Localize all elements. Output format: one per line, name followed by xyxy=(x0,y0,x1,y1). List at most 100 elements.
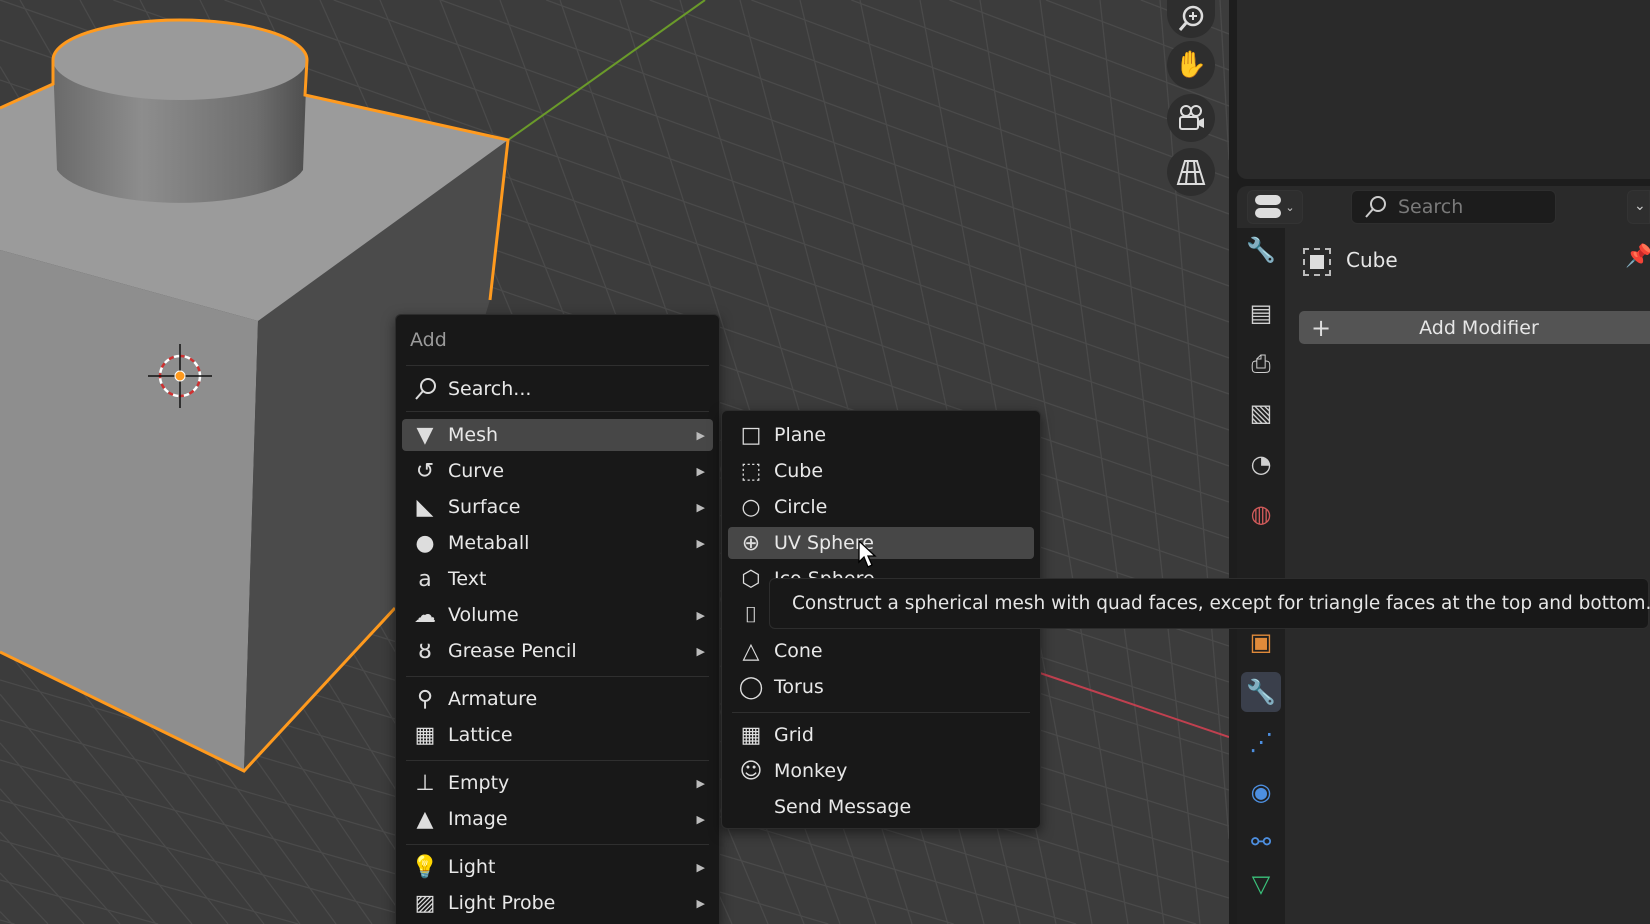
x-axis-line xyxy=(1039,672,1229,738)
camera-icon[interactable] xyxy=(1167,94,1215,142)
menu-item-label: Volume xyxy=(448,604,519,626)
menu-item-label: Mesh xyxy=(448,424,499,446)
grid-line xyxy=(0,839,299,924)
particles-icon[interactable]: ⋰ xyxy=(1241,722,1281,762)
menu-item-metaball[interactable]: ● Metaball ▶ xyxy=(402,527,713,559)
toggle-icon xyxy=(1255,195,1282,219)
menu-item-text[interactable]: a Text xyxy=(402,563,713,595)
volume-icon: ☁ xyxy=(414,602,436,628)
menu-item-plane[interactable]: □ Plane xyxy=(728,419,1034,451)
menu-item-label: Surface xyxy=(448,496,521,518)
menu-item-grid[interactable]: ▦ Grid xyxy=(728,719,1034,751)
search-label: Search... xyxy=(448,378,532,400)
circle-icon: ○ xyxy=(741,494,761,520)
menu-item-light[interactable]: 💡 Light ▶ xyxy=(402,851,713,883)
menu-item-label: Circle xyxy=(774,496,828,518)
cube-icon: ⬚ xyxy=(740,458,762,484)
menu-item-label: Text xyxy=(448,568,487,590)
output-icon[interactable]: ⎙ xyxy=(1241,344,1281,384)
monkey-icon: ☺ xyxy=(739,758,763,784)
menu-item-circle[interactable]: ○ Circle xyxy=(728,491,1034,523)
scene-icon[interactable]: ◔ xyxy=(1241,444,1281,484)
grease-pencil-icon: ȣ xyxy=(418,638,432,664)
add-modifier-button[interactable]: + Add Modifier xyxy=(1299,311,1650,344)
menu-item-cube[interactable]: ⬚ Cube xyxy=(728,455,1034,487)
grid-line xyxy=(1039,0,1165,924)
editor-type-dropdown[interactable]: ⌄ xyxy=(1247,190,1303,224)
submenu-arrow-icon: ▶ xyxy=(696,860,705,874)
torus-icon: ◯ xyxy=(738,674,764,700)
grid-line xyxy=(0,742,157,924)
menu-item-armature[interactable]: ⚲ Armature xyxy=(402,683,713,715)
grid-perspective-icon[interactable] xyxy=(1167,148,1215,196)
ico-sphere-icon: ⬡ xyxy=(741,566,761,592)
physics-icon[interactable]: ◉ xyxy=(1241,772,1281,812)
menu-item-torus[interactable]: ◯ Torus xyxy=(728,671,1034,703)
grid-line xyxy=(440,0,1229,287)
search-field[interactable]: Search xyxy=(1351,190,1556,224)
render-icon[interactable]: ▤ xyxy=(1241,293,1281,333)
tooltip: Construct a spherical mesh with quad fac… xyxy=(769,578,1650,629)
menu-item-empty[interactable]: ⊥ Empty ▶ xyxy=(402,767,713,799)
menu-item-grease-pencil[interactable]: ȣ Grease Pencil ▶ xyxy=(402,635,713,667)
uv-sphere-icon: ⊕ xyxy=(741,530,761,556)
lattice-icon: ▦ xyxy=(414,722,436,748)
mesh-icon: ▼ xyxy=(416,422,434,448)
search-icon xyxy=(1365,196,1386,218)
submenu-arrow-icon: ▶ xyxy=(696,536,705,550)
empty-icon: ⊥ xyxy=(415,770,435,796)
menu-item-send-message[interactable]: Send Message xyxy=(728,791,1034,823)
grid-line xyxy=(751,0,1229,179)
menu-item-mesh[interactable]: ▼ Mesh ▶ xyxy=(402,419,713,451)
search-icon xyxy=(412,376,438,402)
object-icon xyxy=(1303,248,1331,276)
submenu-arrow-icon: ▶ xyxy=(696,896,705,910)
constraints-icon[interactable]: ⚯ xyxy=(1241,822,1281,862)
menu-item-curve[interactable]: ↺ Curve ▶ xyxy=(402,455,713,487)
modifier-icon[interactable]: 🔧 xyxy=(1241,672,1281,712)
y-axis-line xyxy=(507,0,706,141)
plus-icon: + xyxy=(1311,313,1332,342)
grid-icon: ▦ xyxy=(740,722,762,748)
menu-item-volume[interactable]: ☁ Volume ▶ xyxy=(402,599,713,631)
search-placeholder: Search xyxy=(1398,196,1464,218)
hand-pan-icon[interactable]: ✋ xyxy=(1167,41,1215,89)
menu-separator xyxy=(406,844,709,845)
armature-icon: ⚲ xyxy=(416,686,434,712)
menu-item-lattice[interactable]: ▦ Lattice xyxy=(402,719,713,751)
data-icon[interactable]: ▽ xyxy=(1241,864,1281,904)
menu-item-monkey[interactable]: ☺ Monkey xyxy=(728,755,1034,787)
menu-item-surface[interactable]: ◣ Surface ▶ xyxy=(402,491,713,523)
menu-item-label: Armature xyxy=(448,688,538,710)
submenu-arrow-icon: ▶ xyxy=(696,500,705,514)
pin-icon[interactable]: 📌 xyxy=(1625,244,1650,269)
menu-item-label: Empty xyxy=(448,772,510,794)
blank-icon xyxy=(738,794,764,820)
menu-item-light-probe[interactable]: ▨ Light Probe ▶ xyxy=(402,887,713,919)
menu-item-label: Grid xyxy=(774,724,814,746)
submenu-arrow-icon: ▶ xyxy=(696,644,705,658)
menu-item-label: Send Message xyxy=(774,796,912,818)
menu-separator xyxy=(406,760,709,761)
options-dropdown[interactable]: ⌄ xyxy=(1627,190,1650,224)
world-icon[interactable]: ◍ xyxy=(1241,494,1281,534)
tool-icon[interactable]: 🔧 xyxy=(1241,230,1281,270)
submenu-arrow-icon: ▶ xyxy=(696,464,705,478)
properties-header: ⌄ Search ⌄ xyxy=(1237,186,1650,228)
menu-item-uv-sphere[interactable]: ⊕ UV Sphere xyxy=(728,527,1034,559)
submenu-arrow-icon: ▶ xyxy=(696,776,705,790)
grid-line xyxy=(0,879,159,924)
view-layer-icon[interactable]: ▧ xyxy=(1241,393,1281,433)
menu-separator xyxy=(732,712,1030,713)
cone-icon: △ xyxy=(742,638,760,664)
plane-icon: □ xyxy=(740,422,762,448)
cylinder-icon: ⌷ xyxy=(744,602,758,628)
properties-tabs: 🔧 ▤ ⎙ ▧ ◔ ◍ ▣ 🔧 ⋰ ◉ ⚯ ▽ xyxy=(1237,228,1285,924)
menu-item-label: Light xyxy=(448,856,496,878)
menu-search[interactable]: Search... xyxy=(402,373,713,405)
outliner-area[interactable] xyxy=(1237,0,1650,179)
menu-item-image[interactable]: ▲ Image ▶ xyxy=(402,803,713,835)
menu-item-cone[interactable]: △ Cone xyxy=(728,635,1034,667)
mouse-cursor-icon xyxy=(858,540,877,568)
menu-title: Add xyxy=(410,329,447,351)
